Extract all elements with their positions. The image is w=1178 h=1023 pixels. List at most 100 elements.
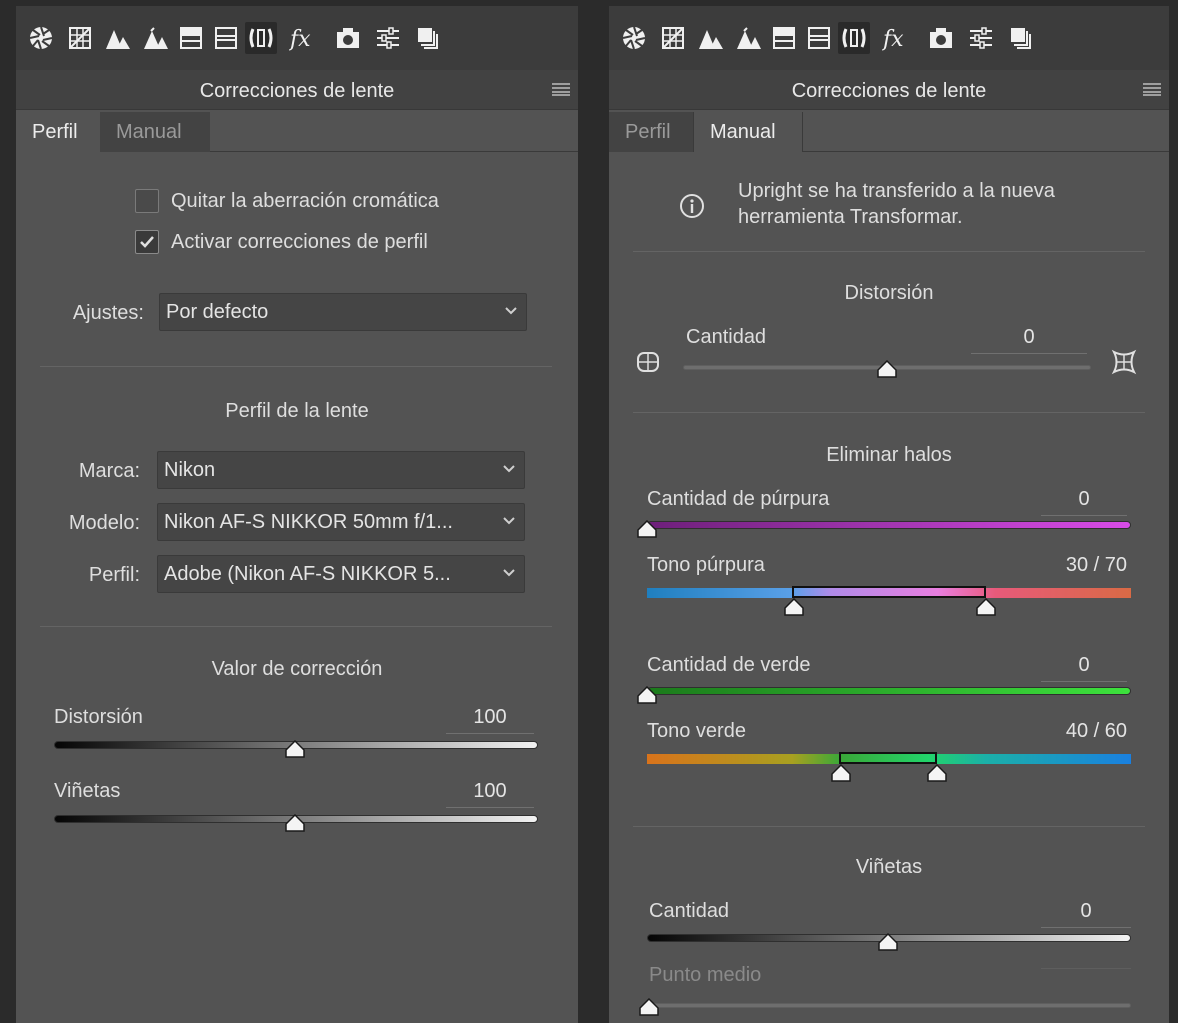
info-icon xyxy=(679,193,705,219)
tab-profile[interactable]: Perfil xyxy=(609,112,693,152)
camera-icon[interactable] xyxy=(925,22,957,54)
ajustes-select[interactable]: Por defecto xyxy=(159,293,527,331)
panel-toolbar: fx xyxy=(16,6,578,70)
panel-menu-icon[interactable] xyxy=(1143,82,1161,96)
presets-icon[interactable] xyxy=(1005,22,1037,54)
hsl-icon[interactable] xyxy=(733,22,765,54)
checkmark-icon xyxy=(140,236,154,248)
panel-tabs: Perfil Manual xyxy=(16,112,578,152)
vignette-slider-thumb[interactable] xyxy=(283,814,307,832)
chevron-down-icon xyxy=(504,306,518,316)
fx-icon[interactable]: fx xyxy=(286,22,318,54)
panel-title: Correcciones de lente xyxy=(791,80,987,102)
mountain-icon[interactable] xyxy=(102,22,134,54)
fx-icon[interactable]: fx xyxy=(879,22,911,54)
chevron-down-icon xyxy=(502,464,516,474)
vignette-value[interactable]: 100 xyxy=(446,780,534,808)
purple-amount-value[interactable]: 0 xyxy=(1041,488,1127,516)
green-hue-thumb-low[interactable] xyxy=(829,764,853,782)
green-amount-track[interactable] xyxy=(647,687,1131,695)
enable-profile-checkbox[interactable] xyxy=(135,230,159,254)
purple-amount-label: Cantidad de púrpura xyxy=(647,488,830,510)
presets-icon[interactable] xyxy=(412,22,444,54)
distortion-label: Distorsión xyxy=(54,706,143,728)
midpoint-value xyxy=(1041,964,1131,969)
divider xyxy=(40,626,552,627)
perfil-label: Perfil: xyxy=(88,564,140,586)
purple-hue-thumb-low[interactable] xyxy=(782,598,806,616)
lens-corrections-panel-profile: fx Correcciones de lente Perfil Manual Q… xyxy=(16,6,578,1023)
distortion-amount-thumb[interactable] xyxy=(875,360,899,378)
detail-icon[interactable] xyxy=(803,22,835,54)
purple-amount-thumb[interactable] xyxy=(635,520,659,538)
pincushion-distortion-icon[interactable] xyxy=(1111,349,1137,375)
distortion-value[interactable]: 100 xyxy=(446,706,534,734)
modelo-label: Modelo: xyxy=(68,512,140,534)
perfil-value: Adobe (Nikon AF-S NIKKOR 5... xyxy=(164,563,451,585)
panel-title: Correcciones de lente xyxy=(199,80,395,102)
divider xyxy=(633,826,1145,827)
barrel-distortion-icon[interactable] xyxy=(635,349,661,375)
detail-icon[interactable] xyxy=(210,22,242,54)
purple-hue-range xyxy=(792,586,986,598)
divider xyxy=(40,366,552,367)
vignette-label: Viñetas xyxy=(54,780,121,802)
camera-icon[interactable] xyxy=(332,22,364,54)
marca-select[interactable]: Nikon xyxy=(157,451,525,489)
vignette-section-title: Viñetas xyxy=(855,856,923,878)
lens-icon[interactable] xyxy=(838,22,870,54)
vignette-amount-thumb[interactable] xyxy=(876,933,900,951)
divider xyxy=(633,251,1145,252)
ajustes-value: Por defecto xyxy=(166,301,269,323)
marca-value: Nikon xyxy=(164,459,216,481)
midpoint-thumb xyxy=(637,998,661,1016)
divider xyxy=(633,412,1145,413)
tab-manual[interactable]: Manual xyxy=(100,112,210,152)
grid-icon[interactable] xyxy=(657,22,689,54)
green-amount-value[interactable]: 0 xyxy=(1041,654,1127,682)
aperture-icon[interactable] xyxy=(618,22,650,54)
midpoint-track xyxy=(647,1003,1131,1008)
purple-hue-thumb-high[interactable] xyxy=(974,598,998,616)
green-hue-thumb-high[interactable] xyxy=(925,764,949,782)
info-line-1: Upright se ha transferido a la nueva xyxy=(738,180,1055,202)
remove-ca-checkbox[interactable] xyxy=(135,189,159,213)
perfil-select[interactable]: Adobe (Nikon AF-S NIKKOR 5... xyxy=(157,555,525,593)
split-tone-icon[interactable] xyxy=(768,22,800,54)
sliders-icon[interactable] xyxy=(965,22,997,54)
purple-hue-label: Tono púrpura xyxy=(647,554,765,576)
sliders-icon[interactable] xyxy=(372,22,404,54)
modelo-select[interactable]: Nikon AF-S NIKKOR 50mm f/1... xyxy=(157,503,525,541)
grid-icon[interactable] xyxy=(64,22,96,54)
green-amount-thumb[interactable] xyxy=(635,686,659,704)
lens-icon[interactable] xyxy=(245,22,277,54)
purple-hue-value[interactable]: 30 / 70 xyxy=(1009,554,1127,577)
defringe-title: Eliminar halos xyxy=(826,444,952,466)
split-tone-icon[interactable] xyxy=(175,22,207,54)
mountain-icon[interactable] xyxy=(695,22,727,54)
svg-text:fx: fx xyxy=(289,27,311,51)
lens-profile-title: Perfil de la lente xyxy=(225,400,369,422)
green-hue-label: Tono verde xyxy=(647,720,746,742)
green-hue-range xyxy=(839,752,937,764)
midpoint-label: Punto medio xyxy=(649,964,762,986)
distortion-section-title: Distorsión xyxy=(844,282,934,304)
purple-amount-track[interactable] xyxy=(647,521,1131,529)
green-amount-label: Cantidad de verde xyxy=(647,654,811,676)
tab-manual[interactable]: Manual xyxy=(693,112,803,152)
vignette-amount-label: Cantidad xyxy=(649,900,730,922)
chevron-down-icon xyxy=(502,516,516,526)
green-hue-value[interactable]: 40 / 60 xyxy=(1009,720,1127,743)
distortion-amount-label: Cantidad xyxy=(686,326,767,348)
hsl-icon[interactable] xyxy=(140,22,172,54)
panel-tabs: Perfil Manual xyxy=(609,112,1169,152)
tab-profile[interactable]: Perfil xyxy=(16,112,100,152)
distortion-amount-value[interactable]: 0 xyxy=(971,326,1087,354)
svg-text:fx: fx xyxy=(882,27,904,51)
vignette-amount-value[interactable]: 0 xyxy=(1041,900,1131,928)
chevron-down-icon xyxy=(502,568,516,578)
panel-toolbar: fx xyxy=(609,6,1169,70)
aperture-icon[interactable] xyxy=(25,22,57,54)
distortion-slider-thumb[interactable] xyxy=(283,740,307,758)
panel-menu-icon[interactable] xyxy=(552,82,570,96)
